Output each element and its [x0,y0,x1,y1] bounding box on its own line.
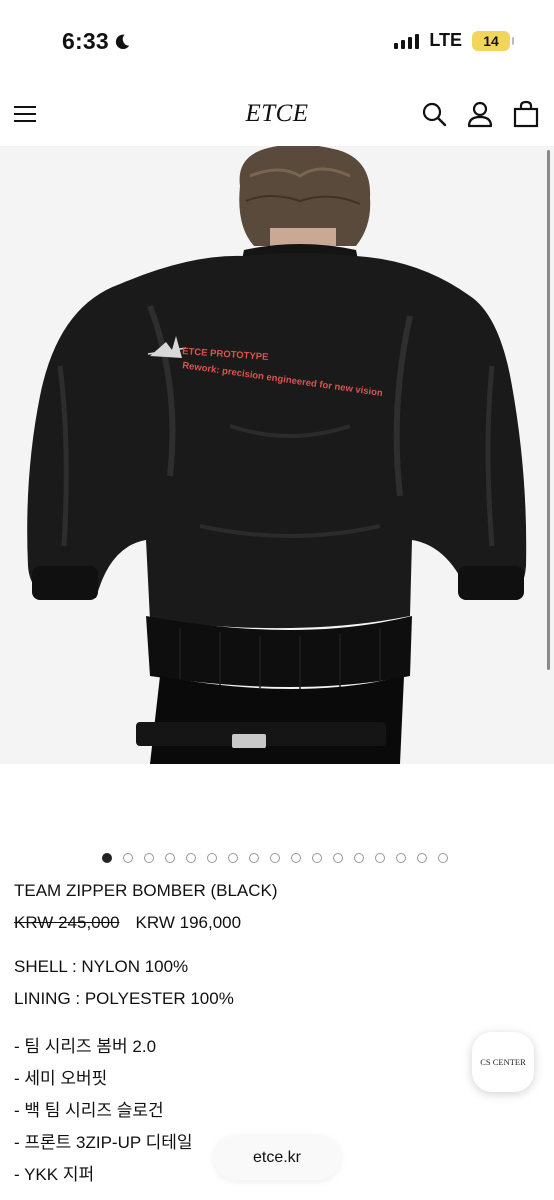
material-specs: SHELL : NYLON 100% LINING : POLYESTER 10… [14,951,534,1015]
search-icon[interactable] [420,100,448,128]
cs-center-label: CS CENTER [480,1057,526,1067]
user-icon[interactable] [466,100,494,128]
carousel-dot[interactable] [144,853,154,863]
carousel-dot[interactable] [375,853,385,863]
carousel-dot[interactable] [438,853,448,863]
product-title: TEAM ZIPPER BOMBER (BLACK) [14,881,278,900]
url-text: etce.kr [252,1149,301,1166]
description-line: - 팀 시리즈 봄버 2.0 [14,1037,157,1056]
spec-line: SHELL : NYLON 100% [14,957,189,976]
status-bar: 6:33 LTE 14 [0,0,554,78]
carousel-dot[interactable] [207,853,217,863]
carousel-dot[interactable] [186,853,196,863]
carousel-dot[interactable] [102,853,112,863]
carousel-dot[interactable] [123,853,133,863]
network-label: LTE [429,30,462,50]
carousel-dot[interactable] [270,853,280,863]
status-time: 6:33 [62,28,131,55]
battery-level: 14 [483,32,499,49]
description-line: - 백 팀 시리즈 슬로건 [14,1101,164,1120]
shopping-bag-icon[interactable] [512,100,540,128]
browser-url-bar[interactable]: etce.kr [214,1136,340,1180]
page-scrollbar[interactable] [547,150,550,670]
carousel-dot[interactable] [291,853,301,863]
site-header: ETCE [0,92,554,140]
moon-icon [115,34,130,49]
status-indicators: LTE 14 [394,30,514,51]
carousel-dot[interactable] [396,853,406,863]
cs-center-button[interactable]: CS CENTER [472,1032,534,1092]
carousel-dot[interactable] [333,853,343,863]
carousel-dot[interactable] [249,853,259,863]
carousel-dot[interactable] [165,853,175,863]
bomber-jacket-photo: ETCE PROTOTYPE Rework: precision enginee… [0,146,554,764]
original-price: KRW 245,000 [14,913,120,932]
sale-price: KRW 196,000 [135,913,242,932]
battery-icon: 14 [472,30,514,51]
product-image[interactable]: ETCE PROTOTYPE Rework: precision enginee… [0,146,554,764]
carousel-dot[interactable] [228,853,238,863]
price-row: KRW 245,000 KRW 196,000 [14,911,534,935]
spec-line: LINING : POLYESTER 100% [14,989,234,1008]
description-line: - 세미 오버핏 [14,1069,108,1088]
carousel-dot[interactable] [417,853,427,863]
clock-text: 6:33 [62,28,109,54]
carousel-dot[interactable] [354,853,364,863]
signal-icon [394,33,420,49]
carousel-dot[interactable] [312,853,322,863]
header-actions [420,100,540,128]
image-carousel-dots [102,853,448,863]
